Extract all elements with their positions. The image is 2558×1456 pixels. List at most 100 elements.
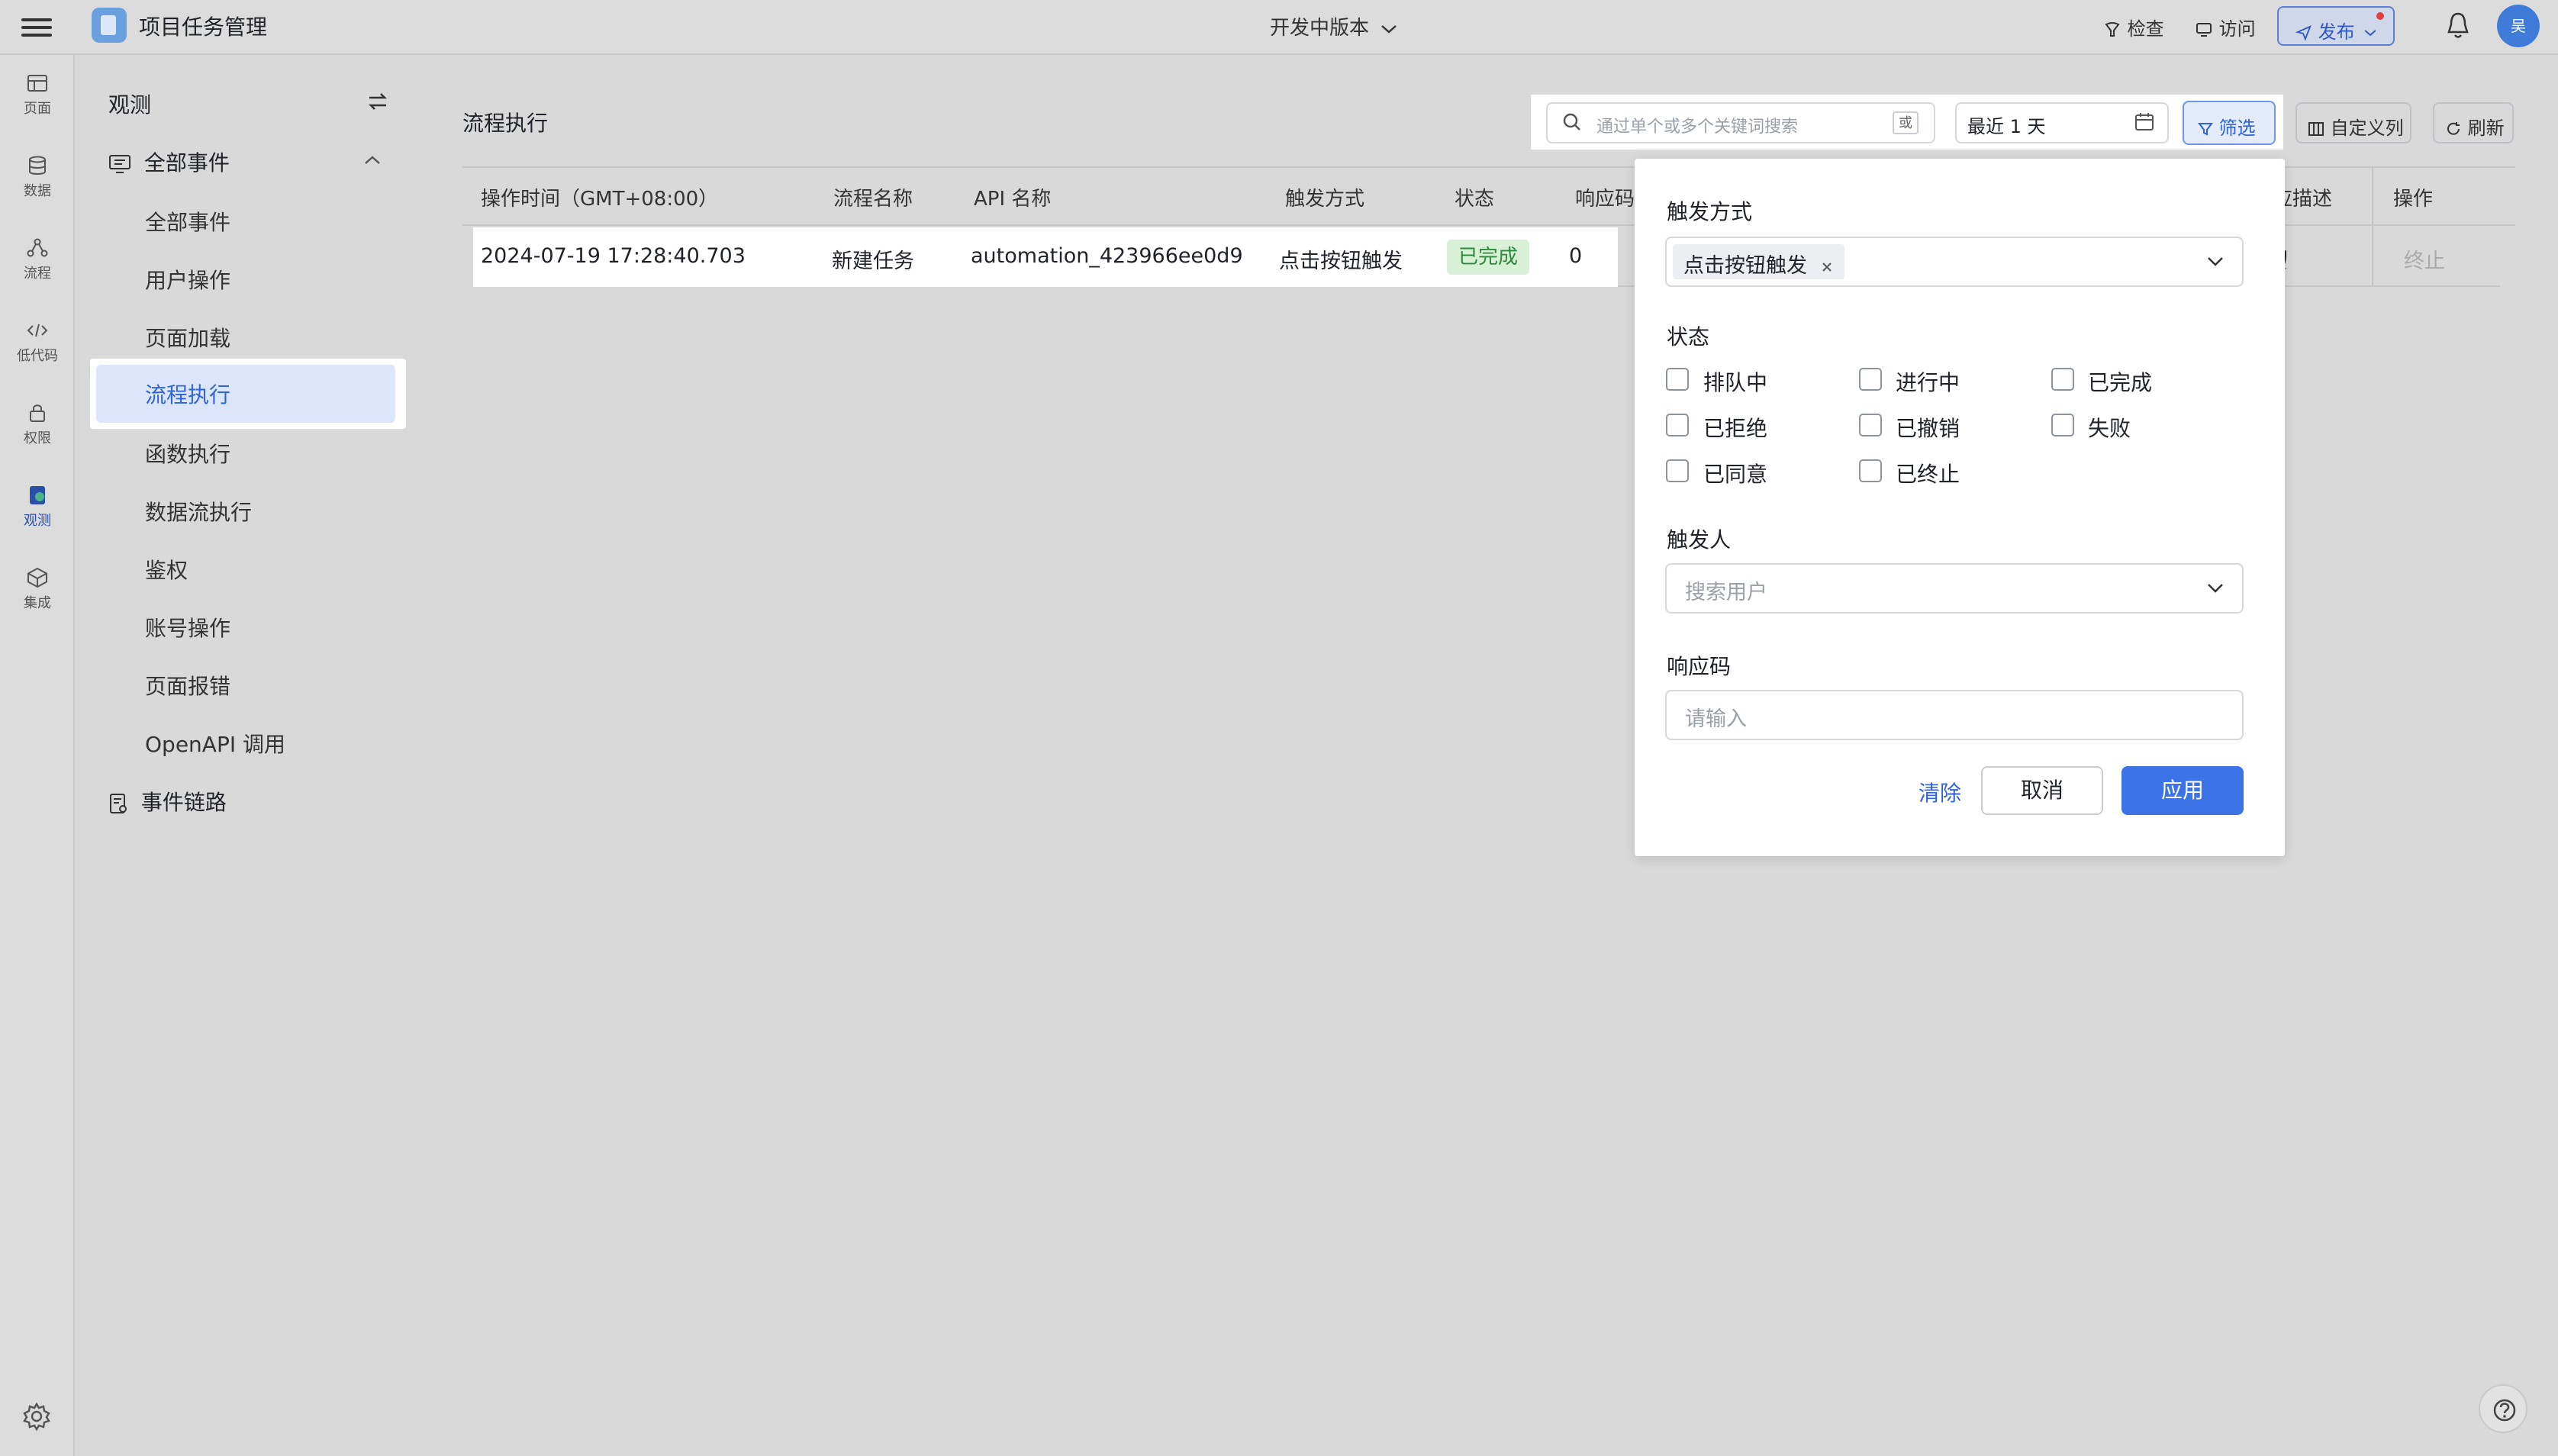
chevron-up-icon[interactable] [363, 154, 382, 166]
chevron-down-icon[interactable] [2207, 583, 2224, 594]
sidebar-item-event-chain[interactable]: 事件链路 [108, 786, 227, 817]
version-selector[interactable]: 开发中版本 [1270, 12, 1398, 40]
filter-button[interactable]: 筛选 [2183, 101, 2276, 145]
status-option-label: 进行中 [1896, 370, 1960, 395]
cell-flow-name: 新建任务 [832, 250, 914, 273]
code-icon [27, 324, 48, 337]
rail-item-label: 集成 [24, 595, 51, 611]
column-header-trigger[interactable]: 触发方式 [1285, 183, 1364, 211]
avatar[interactable]: 吴 [2497, 5, 2540, 47]
column-header-time[interactable]: 操作时间（GMT+08:00） [481, 183, 718, 211]
sidebar-item-user-actions[interactable]: 用户操作 [145, 264, 230, 295]
user-placeholder: 搜索用户 [1685, 581, 1767, 604]
sidebar-item-label: 事件链路 [140, 790, 227, 815]
clear-button[interactable]: 清除 [1918, 777, 1961, 807]
integration-icon [27, 568, 47, 588]
trigger-tag-label: 点击按钮触发 [1683, 254, 1807, 278]
publish-button[interactable]: 发布 [2277, 6, 2395, 46]
column-header-actions: 操作 [2393, 188, 2434, 211]
sidebar-title: 观测 [108, 92, 152, 118]
response-code-label: 响应码 [1667, 654, 1732, 679]
sidebar-item-flow-exec[interactable] [96, 365, 395, 423]
columns-icon [2308, 122, 2324, 136]
app-logo-icon [92, 8, 127, 43]
monitor-icon [2196, 23, 2212, 37]
sidebar-item-dataflow-exec[interactable]: 数据流执行 [145, 496, 252, 527]
rail-item-lowcode[interactable]: 低代码 [0, 321, 75, 365]
column-header-code[interactable]: 响应码 [1575, 183, 1638, 211]
page-title: 流程执行 [462, 111, 549, 136]
swap-icon[interactable] [366, 90, 389, 113]
sidebar-item-account-ops[interactable]: 账号操作 [145, 612, 230, 643]
apply-button[interactable]: 应用 [2121, 766, 2244, 815]
status-checkbox-done[interactable] [2051, 368, 2074, 391]
search-placeholder: 通过单个或多个关键词搜索 [1596, 118, 1799, 137]
page-icon [27, 75, 47, 92]
terminate-link[interactable]: 终止 [2404, 244, 2445, 274]
column-header-api-name[interactable]: API 名称 [974, 183, 1051, 211]
rail-item-flow[interactable]: 流程 [0, 238, 75, 282]
column-header-flow-name[interactable]: 流程名称 [833, 183, 913, 211]
status-option-label: 已同意 [1703, 462, 1768, 487]
status-checkbox-rejected[interactable] [1666, 414, 1689, 436]
rail-item-data[interactable]: 数据 [0, 156, 75, 200]
sidebar-group-label: 全部事件 [143, 150, 230, 176]
help-button[interactable] [2479, 1384, 2527, 1433]
cell-api-name: automation_423966ee0d9 [971, 244, 1243, 268]
rail-item-page[interactable]: 页面 [0, 73, 75, 118]
monitor-list-icon [109, 155, 130, 173]
search-icon [1563, 113, 1580, 130]
sidebar-item-auth[interactable]: 鉴权 [145, 554, 188, 585]
sidebar-group-all-events[interactable]: 全部事件 [108, 147, 230, 177]
close-icon[interactable] [1820, 260, 1834, 274]
inspect-icon [2105, 22, 2120, 37]
sidebar-item-openapi[interactable]: OpenAPI 调用 [145, 728, 285, 759]
inspect-label: 检查 [2127, 18, 2164, 40]
trigger-tag: 点击按钮触发 [1673, 244, 1844, 279]
status-checkbox-revoked[interactable] [1859, 414, 1882, 436]
notification-dot [2376, 12, 2384, 20]
column-header-status[interactable]: 状态 [1455, 183, 1494, 211]
sidebar-item-all-events[interactable]: 全部事件 [145, 206, 230, 237]
observe-icon [30, 486, 45, 504]
sidebar-item-function-exec[interactable]: 函数执行 [145, 438, 230, 469]
status-option-label: 已完成 [2088, 370, 2153, 395]
inspect-button[interactable]: 检查 [2103, 14, 2164, 40]
cancel-button[interactable]: 取消 [1981, 766, 2103, 815]
sidebar-item-label: 流程执行 [145, 382, 231, 407]
chevron-down-icon [2364, 30, 2376, 37]
response-code-input[interactable] [1665, 690, 2244, 740]
status-option-label: 排队中 [1703, 370, 1768, 395]
status-checkbox-running[interactable] [1859, 368, 1882, 391]
rail-item-label: 页面 [24, 101, 51, 117]
menu-icon[interactable] [21, 14, 52, 40]
status-checkbox-failed[interactable] [2051, 414, 2074, 436]
status-checkbox-terminated[interactable] [1859, 459, 1882, 482]
status-checkbox-approved[interactable] [1666, 459, 1689, 482]
rail-item-permission[interactable]: 权限 [0, 403, 75, 447]
custom-columns-button[interactable]: 自定义列 [2295, 102, 2411, 143]
refresh-button[interactable]: 刷新 [2433, 102, 2514, 143]
filter-icon [2198, 123, 2213, 136]
status-checkbox-queued[interactable] [1666, 368, 1689, 391]
refresh-icon [2447, 122, 2460, 135]
bell-icon[interactable] [2445, 11, 2471, 41]
calendar-icon [2135, 113, 2154, 130]
publish-label: 发布 [2318, 21, 2355, 43]
sidebar-item-page-load[interactable]: 页面加载 [145, 322, 230, 353]
rail-item-label: 观测 [24, 513, 51, 529]
status-badge: 已完成 [1447, 240, 1529, 275]
visit-button[interactable]: 访问 [2195, 14, 2256, 40]
status-option-label: 已终止 [1896, 462, 1960, 487]
cell-code: 0 [1569, 244, 1583, 268]
custom-columns-label: 自定义列 [2330, 118, 2404, 139]
gear-icon[interactable] [21, 1401, 52, 1432]
sidebar-item-page-errors[interactable]: 页面报错 [145, 670, 230, 701]
rail-item-label: 流程 [24, 266, 51, 282]
help-icon [2493, 1399, 2516, 1422]
rail-item-label: 数据 [24, 183, 51, 199]
rail-item-integration[interactable]: 集成 [0, 568, 75, 612]
rail-item-observe[interactable]: 观测 [0, 485, 75, 530]
chevron-down-icon[interactable] [2207, 256, 2224, 267]
or-toggle[interactable]: 或 [1893, 111, 1918, 134]
